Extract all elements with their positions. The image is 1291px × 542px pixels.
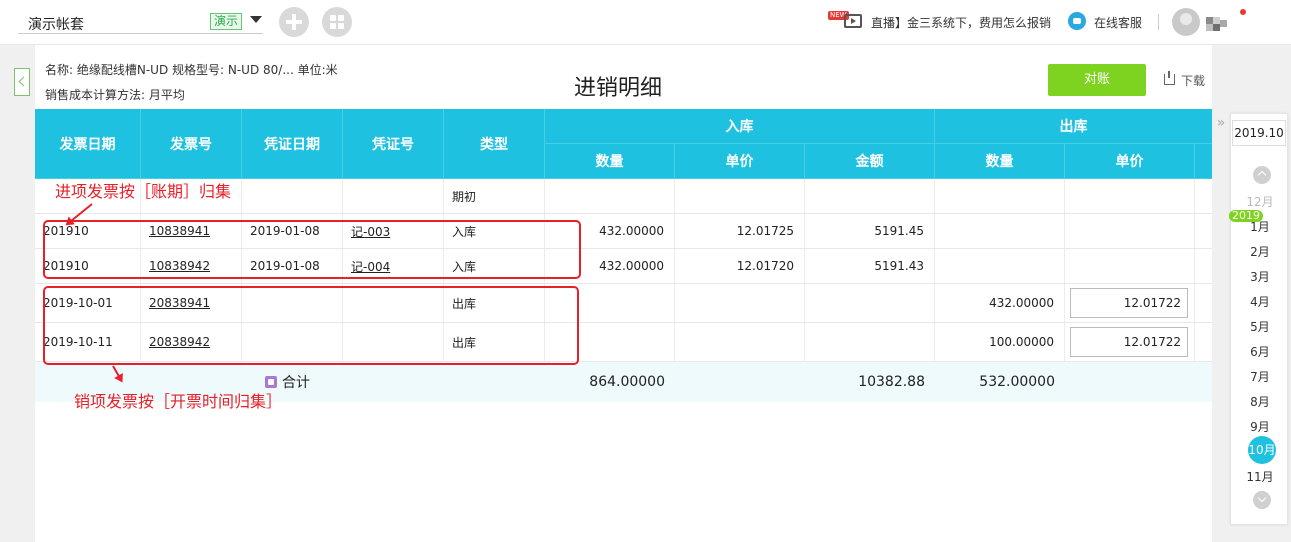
month-picker: 2019.10 12月 2019 1月 2月 3月 4月 5月 6月 7月 8月… (1229, 113, 1289, 525)
grid-icon-cell (338, 23, 344, 29)
account-demo-badge: 演示 (210, 13, 243, 30)
purchase-invoice-highlight (43, 220, 581, 279)
cell-out-price: 12.01722 (1065, 323, 1195, 361)
total-in-amount: 10382.88 (858, 374, 925, 390)
month-item[interactable]: 8月 (1231, 393, 1289, 410)
month-item[interactable]: 6月 (1231, 343, 1289, 360)
online-service-link[interactable]: 在线客服 (1068, 11, 1158, 33)
page-title: 进销明细 (574, 76, 663, 101)
cell-out-price (1065, 179, 1195, 213)
header-voucher-no[interactable]: 凭证号 (343, 109, 444, 179)
add-account-button[interactable] (279, 7, 309, 37)
plus-icon-bar (292, 14, 296, 30)
calculator-icon (265, 376, 277, 388)
out-price-input[interactable]: 12.01722 (1070, 327, 1188, 357)
cell-out-qty: 432.00000 (935, 284, 1065, 322)
cell-out-price (1065, 214, 1195, 248)
product-info: 名称: 绝缘配线槽N-UD 规格型号: N-UD 80/... 单位:米 (45, 63, 338, 77)
avatar[interactable] (1172, 8, 1200, 36)
topbar-divider (1158, 14, 1159, 30)
cell-in-price: 12.01720 (675, 249, 805, 283)
username-mosaic (1206, 15, 1228, 31)
cell-in-amount (805, 284, 935, 322)
reconcile-button[interactable]: 对账 (1048, 64, 1146, 96)
chevron-down-icon[interactable] (1253, 491, 1271, 509)
month-item[interactable]: 2月 (1231, 243, 1289, 260)
grid-icon-cell (330, 23, 336, 29)
cell-in-price (675, 323, 805, 361)
cost-method-info: 销售成本计算方法: 月平均 (45, 88, 185, 102)
download-icon (1164, 71, 1175, 85)
header-type[interactable]: 类型 (444, 109, 545, 179)
back-button[interactable] (14, 68, 30, 96)
cell-out-price: 12.01722 (1065, 284, 1195, 322)
header-in-qty[interactable]: 数量 (545, 144, 675, 179)
cell-voucher-no (343, 179, 444, 213)
header-out-price[interactable]: 单价 (1065, 144, 1195, 179)
cell-in-amount: 5191.45 (805, 214, 935, 248)
month-item[interactable]: 3月 (1231, 268, 1289, 285)
header-invoice-no[interactable]: 发票号 (141, 109, 242, 179)
download-label: 下载 (1181, 74, 1206, 88)
cell-in-amount (805, 179, 935, 213)
month-item[interactable]: 9月 (1231, 418, 1289, 435)
grid-icon (330, 15, 336, 21)
cell-out-qty (935, 214, 1065, 248)
chevron-up-icon[interactable] (1253, 166, 1271, 184)
month-next[interactable]: 11月 (1231, 468, 1289, 485)
header-out-qty[interactable]: 数量 (935, 144, 1065, 179)
cell-type: 期初 (444, 179, 545, 213)
live-stream-link[interactable]: NEW 直播】金三系统下，费用怎么报销 (828, 11, 1058, 33)
account-selector[interactable]: 演示帐套 演示 (18, 10, 263, 34)
cell-out-qty: 100.00000 (935, 323, 1065, 361)
out-price-input[interactable]: 12.01722 (1070, 288, 1188, 318)
total-out-qty: 532.00000 (979, 374, 1055, 390)
service-icon (1068, 12, 1086, 30)
cell-out-price (1065, 249, 1195, 283)
live-stream-text: 直播】金三系统下，费用怎么报销 (871, 16, 1052, 30)
month-item[interactable]: 5月 (1231, 318, 1289, 335)
cell-in-price (675, 179, 805, 213)
apps-button[interactable] (322, 7, 352, 37)
sales-invoice-highlight (43, 286, 579, 365)
total-label: 合计 (282, 375, 310, 391)
header-in-amount[interactable]: 金额 (805, 144, 935, 179)
cell-out-qty (935, 249, 1065, 283)
total-in-qty: 864.00000 (589, 374, 665, 390)
month-prev[interactable]: 12月 (1231, 193, 1289, 210)
cell-in-price: 12.01725 (675, 214, 805, 248)
tv-icon (844, 14, 862, 28)
current-period[interactable]: 2019.10 (1232, 120, 1286, 146)
total-label-cell: 合计 (265, 362, 405, 402)
online-service-text: 在线客服 (1094, 16, 1143, 30)
account-name: 演示帐套 (28, 17, 84, 33)
cell-in-price (675, 284, 805, 322)
purchase-invoice-note: 进项发票按［账期］归集 (55, 182, 232, 201)
collapse-picker-icon[interactable]: » (1212, 111, 1230, 137)
header-in-price[interactable]: 单价 (675, 144, 805, 179)
header-overflow (1195, 144, 1212, 179)
header-inbound: 入库 (545, 109, 935, 144)
month-item[interactable]: 1月 (1231, 218, 1289, 235)
header-voucher-date[interactable]: 凭证日期 (242, 109, 343, 179)
header-outbound: 出库 (935, 109, 1212, 144)
notification-dot[interactable] (1240, 9, 1246, 15)
top-bar: 演示帐套 演示 NEW 直播】金三系统下，费用怎么报销 在线客服 (0, 0, 1291, 45)
caret-down-icon[interactable] (250, 16, 262, 23)
month-item[interactable]: 4月 (1231, 293, 1289, 310)
cell-in-amount (805, 323, 935, 361)
header-invoice-date[interactable]: 发票日期 (35, 109, 141, 179)
grid-icon-cell (338, 15, 344, 21)
cell-in-amount: 5191.43 (805, 249, 935, 283)
month-selected[interactable]: 10月 (1248, 436, 1276, 464)
month-item[interactable]: 7月 (1231, 368, 1289, 385)
cell-out-qty (935, 179, 1065, 213)
cell-in-qty (545, 179, 675, 213)
sales-invoice-note: 销项发票按［开票时间归集］ (74, 392, 283, 411)
cell-voucher-date (242, 179, 343, 213)
